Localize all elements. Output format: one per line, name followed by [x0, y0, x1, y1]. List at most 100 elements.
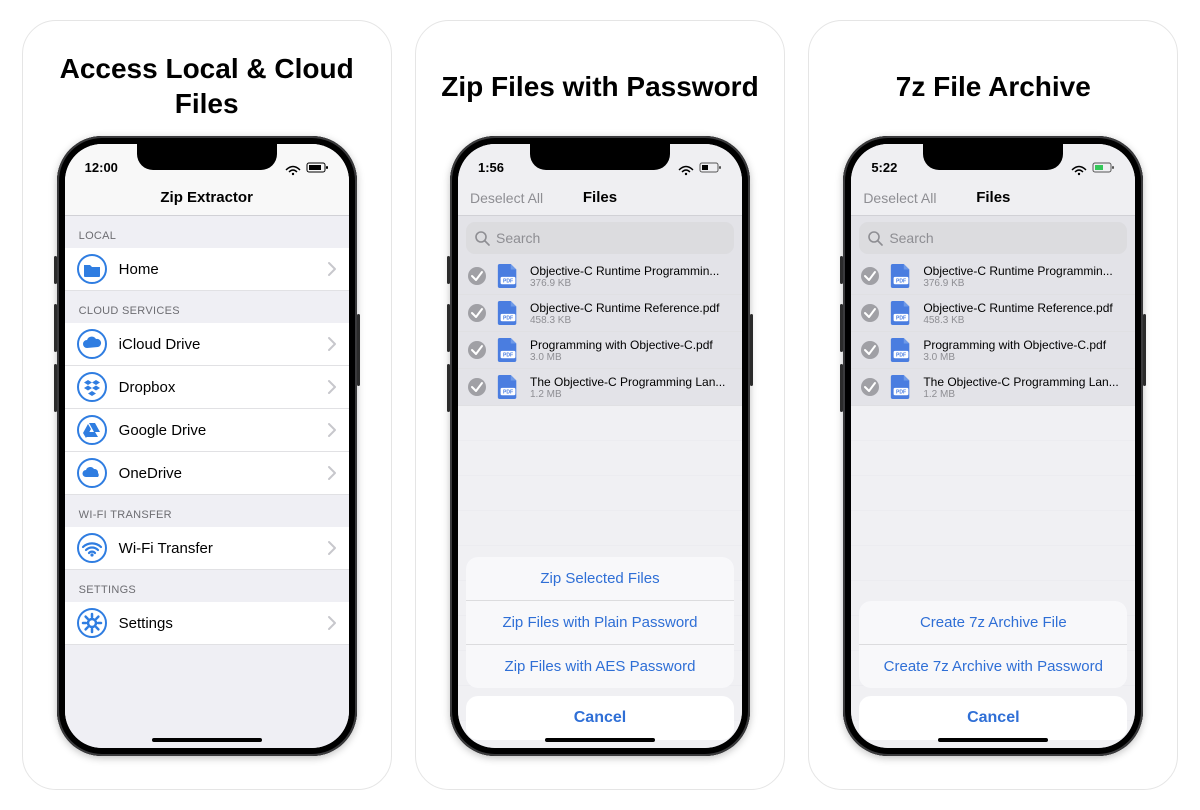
file-name: Programming with Objective-C.pdf — [923, 338, 1125, 352]
wifi-transfer-icon — [77, 533, 107, 563]
check-icon[interactable] — [468, 267, 486, 285]
file-row[interactable]: Objective-C Runtime Reference.pdf 458.3 … — [458, 295, 742, 332]
file-row[interactable]: The Objective-C Programming Lan... 1.2 M… — [851, 369, 1135, 406]
file-size: 376.9 KB — [923, 278, 1125, 289]
deselect-all-button[interactable]: Deselect All — [863, 190, 936, 206]
row-home[interactable]: Home — [65, 248, 349, 291]
chevron-right-icon — [327, 422, 337, 438]
chevron-right-icon — [327, 336, 337, 352]
folder-icon — [77, 254, 107, 284]
wifi-icon — [1070, 159, 1088, 176]
row-wifi-transfer[interactable]: Wi-Fi Transfer — [65, 527, 349, 570]
marketing-panel-3: 7z File Archive 5:22 Deselect All Files — [808, 20, 1178, 790]
section-header-local: LOCAL — [65, 216, 349, 248]
action-sheet: Zip Selected Files Zip Files with Plain … — [466, 557, 734, 740]
status-time: 12:00 — [85, 160, 118, 175]
chevron-right-icon — [327, 261, 337, 277]
panel-title: Access Local & Cloud Files — [33, 36, 381, 136]
phone-frame: 12:00 Zip Extractor LOCAL Home — [57, 136, 357, 756]
file-name: Programming with Objective-C.pdf — [530, 338, 732, 352]
status-time: 5:22 — [871, 160, 897, 175]
gdrive-icon — [77, 415, 107, 445]
phone-frame: 5:22 Deselect All Files Search — [843, 136, 1143, 756]
check-icon[interactable] — [861, 267, 879, 285]
section-header-cloud: CLOUD SERVICES — [65, 291, 349, 323]
check-icon[interactable] — [468, 341, 486, 359]
sheet-zip-plain-password[interactable]: Zip Files with Plain Password — [466, 601, 734, 645]
panel-title: 7z File Archive — [886, 36, 1101, 136]
sheet-create-7z[interactable]: Create 7z Archive File — [859, 601, 1127, 645]
search-icon — [474, 230, 490, 246]
file-row[interactable]: Objective-C Runtime Programmin... 376.9 … — [458, 258, 742, 295]
check-icon[interactable] — [468, 378, 486, 396]
sheet-zip-selected[interactable]: Zip Selected Files — [466, 557, 734, 601]
wifi-icon — [284, 159, 302, 176]
file-row[interactable]: Programming with Objective-C.pdf 3.0 MB — [851, 332, 1135, 369]
sheet-cancel-button[interactable]: Cancel — [466, 696, 734, 740]
pdf-icon — [889, 373, 913, 401]
section-header-wifi: WI-FI TRANSFER — [65, 495, 349, 527]
file-name: The Objective-C Programming Lan... — [530, 375, 732, 389]
row-icloud[interactable]: iCloud Drive — [65, 323, 349, 366]
pdf-icon — [496, 299, 520, 327]
file-name: Objective-C Runtime Reference.pdf — [923, 301, 1125, 315]
search-placeholder: Search — [889, 230, 933, 246]
nav-bar: Deselect All Files — [458, 180, 742, 216]
file-row[interactable]: Programming with Objective-C.pdf 3.0 MB — [458, 332, 742, 369]
check-icon[interactable] — [861, 304, 879, 322]
status-time: 1:56 — [478, 160, 504, 175]
dropbox-icon — [77, 372, 107, 402]
pdf-icon — [889, 299, 913, 327]
home-indicator[interactable] — [938, 738, 1048, 742]
row-dropbox[interactable]: Dropbox — [65, 366, 349, 409]
chevron-right-icon — [327, 540, 337, 556]
deselect-all-button[interactable]: Deselect All — [470, 190, 543, 206]
row-label: Google Drive — [119, 422, 327, 439]
marketing-panel-1: Access Local & Cloud Files 12:00 Zip Ext… — [22, 20, 392, 790]
file-size: 1.2 MB — [530, 389, 732, 400]
check-icon[interactable] — [468, 304, 486, 322]
sheet-zip-aes-password[interactable]: Zip Files with AES Password — [466, 645, 734, 688]
sheet-create-7z-password[interactable]: Create 7z Archive with Password — [859, 645, 1127, 688]
section-header-settings: SETTINGS — [65, 570, 349, 602]
action-sheet: Create 7z Archive File Create 7z Archive… — [859, 601, 1127, 740]
cloud-icon — [77, 329, 107, 359]
gear-icon — [77, 608, 107, 638]
search-icon — [867, 230, 883, 246]
pdf-icon — [889, 336, 913, 364]
marketing-panel-2: Zip Files with Password 1:56 Deselect Al… — [415, 20, 785, 790]
battery-icon — [306, 159, 329, 176]
file-size: 1.2 MB — [923, 389, 1125, 400]
file-name: Objective-C Runtime Programmin... — [923, 264, 1125, 278]
chevron-right-icon — [327, 379, 337, 395]
check-icon[interactable] — [861, 378, 879, 396]
chevron-right-icon — [327, 615, 337, 631]
row-label: Wi-Fi Transfer — [119, 540, 327, 557]
onedrive-icon — [77, 458, 107, 488]
row-settings[interactable]: Settings — [65, 602, 349, 645]
row-label: OneDrive — [119, 465, 327, 482]
file-row[interactable]: The Objective-C Programming Lan... 1.2 M… — [458, 369, 742, 406]
battery-icon — [699, 159, 722, 176]
pdf-icon — [496, 336, 520, 364]
pdf-icon — [889, 262, 913, 290]
home-indicator[interactable] — [545, 738, 655, 742]
nav-title: Files — [976, 189, 1010, 206]
file-row[interactable]: Objective-C Runtime Programmin... 376.9 … — [851, 258, 1135, 295]
wifi-icon — [677, 159, 695, 176]
row-onedrive[interactable]: OneDrive — [65, 452, 349, 495]
search-input[interactable]: Search — [859, 222, 1127, 254]
file-row[interactable]: Objective-C Runtime Reference.pdf 458.3 … — [851, 295, 1135, 332]
chevron-right-icon — [327, 465, 337, 481]
file-size: 3.0 MB — [923, 352, 1125, 363]
home-indicator[interactable] — [152, 738, 262, 742]
sheet-cancel-button[interactable]: Cancel — [859, 696, 1127, 740]
row-label: Dropbox — [119, 379, 327, 396]
search-input[interactable]: Search — [466, 222, 734, 254]
check-icon[interactable] — [861, 341, 879, 359]
row-gdrive[interactable]: Google Drive — [65, 409, 349, 452]
nav-bar: Zip Extractor — [65, 180, 349, 216]
row-label: iCloud Drive — [119, 336, 327, 353]
file-size: 458.3 KB — [923, 315, 1125, 326]
file-name: Objective-C Runtime Programmin... — [530, 264, 732, 278]
